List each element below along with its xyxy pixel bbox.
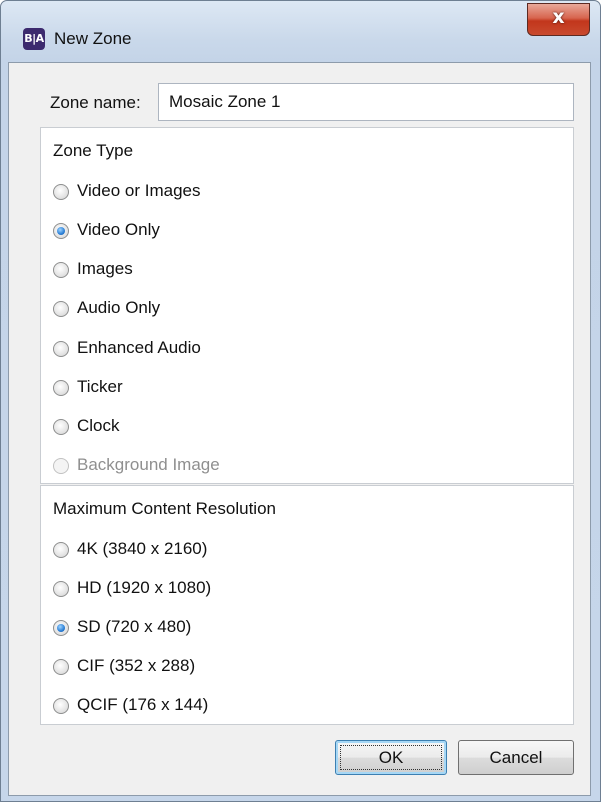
radio-label: Video Only: [77, 220, 160, 239]
zone-type-group: Zone Type Video or Images Video Only Ima…: [40, 127, 574, 484]
app-logo-icon: B|A: [23, 28, 45, 50]
zone-type-title: Zone Type: [53, 141, 134, 160]
radio-button[interactable]: [53, 698, 69, 714]
radio-label: HD (1920 x 1080): [77, 578, 212, 597]
max-resolution-group: Maximum Content Resolution 4K (3840 x 21…: [40, 485, 574, 725]
zone-name-label: Zone name:: [50, 93, 141, 112]
zone-name-input[interactable]: [158, 83, 574, 121]
radio-label: Video or Images: [77, 181, 201, 200]
radio-label: SD (720 x 480): [77, 617, 192, 636]
radio-button[interactable]: [53, 380, 69, 396]
radio-button-selected[interactable]: [53, 223, 69, 239]
radio-label: Background Image: [77, 455, 220, 474]
new-zone-dialog: B|A New Zone x Zone name: Zone Type Vide…: [0, 0, 601, 802]
radio-label: CIF (352 x 288): [77, 656, 196, 675]
radio-button[interactable]: [53, 262, 69, 278]
focus-ring: [340, 745, 442, 770]
radio-button[interactable]: [53, 542, 69, 558]
radio-label: Clock: [77, 416, 120, 435]
ok-button[interactable]: OK: [335, 740, 447, 775]
close-button[interactable]: x: [527, 3, 590, 36]
cancel-button-label: Cancel: [489, 748, 543, 767]
radio-button[interactable]: [53, 659, 69, 675]
dialog-body: Zone name: Zone Type Video or Images Vid…: [8, 62, 591, 796]
radio-label: Audio Only: [77, 298, 161, 317]
window-title: New Zone: [54, 29, 132, 48]
radio-button-selected[interactable]: [53, 620, 69, 636]
radio-button[interactable]: [53, 419, 69, 435]
title-bar[interactable]: B|A New Zone x: [1, 1, 602, 61]
radio-label: Images: [77, 259, 133, 278]
radio-label: QCIF (176 x 144): [77, 695, 209, 714]
close-icon: x: [552, 6, 565, 28]
radio-button[interactable]: [53, 581, 69, 597]
radio-label: Enhanced Audio: [77, 338, 201, 357]
radio-label: Ticker: [77, 377, 123, 396]
max-resolution-title: Maximum Content Resolution: [53, 499, 276, 518]
radio-button[interactable]: [53, 184, 69, 200]
radio-button[interactable]: [53, 301, 69, 317]
radio-button[interactable]: [53, 341, 69, 357]
radio-label: 4K (3840 x 2160): [77, 539, 208, 558]
radio-button-disabled: [53, 458, 69, 474]
cancel-button[interactable]: Cancel: [458, 740, 574, 775]
